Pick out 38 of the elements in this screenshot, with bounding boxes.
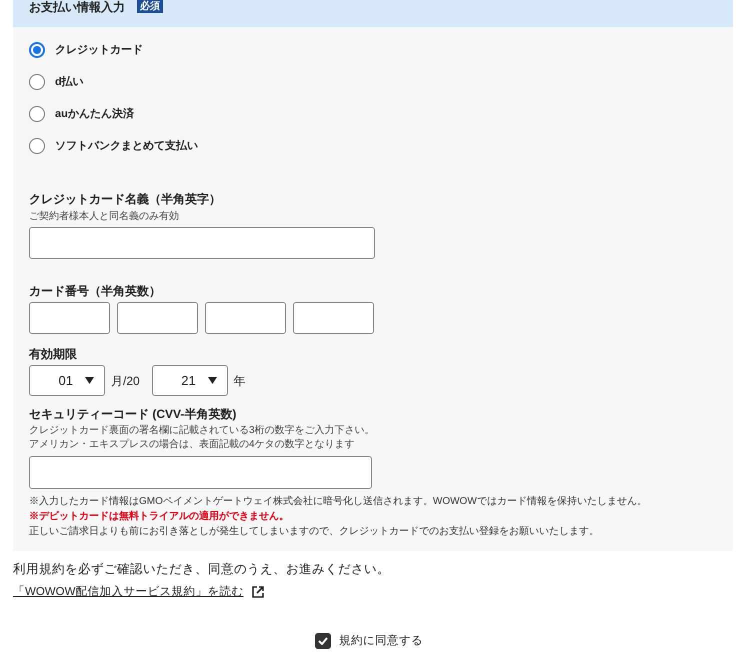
input-field[interactable] — [29, 227, 375, 259]
agree-checkbox[interactable] — [315, 633, 331, 649]
terms-text: 利用規約を必ずご確認いただき、同意のうえ、お進みください。 — [13, 561, 390, 578]
radio-button[interactable] — [29, 138, 45, 154]
terms-link[interactable]: 「WOWOW配信加入サービス規約」を読む — [13, 584, 244, 600]
field-label: 有効期限 — [29, 346, 77, 362]
unit-label: 月/20 — [111, 374, 140, 388]
month-select[interactable]: 01 — [29, 365, 105, 396]
field-hint: クレジットカード裏面の署名欄に記載されている3桁の数字をご入力下さい。 — [29, 424, 375, 438]
note-text: 正しいご請求日よりも前にお引き落としが発生してしまいますので、クレジットカードでのお支払い登録をお願いいたします。 — [29, 524, 599, 539]
radio-label: auかんたん決済 — [55, 106, 134, 122]
radio-button[interactable] — [29, 106, 45, 122]
field-label: クレジットカード名義（半角英字） — [29, 191, 221, 207]
radio-button[interactable] — [29, 74, 45, 90]
field-label: セキュリティーコード (CVV-半角英数) — [29, 406, 236, 422]
radio-label: ソフトバンクまとめて支払い — [55, 138, 198, 154]
input-field[interactable] — [29, 456, 372, 489]
field-hint: ご契約者様本人と同名義のみ有効 — [29, 210, 179, 223]
caret-icon — [208, 377, 217, 384]
caret-icon — [85, 377, 94, 384]
section-title: お支払い情報入力 — [29, 0, 125, 14]
warning-note: ※デビットカードは無料トライアルの適用ができません。 — [29, 509, 289, 524]
input-field[interactable] — [117, 302, 198, 334]
radio-label: クレジットカード — [55, 43, 143, 58]
input-field[interactable] — [205, 302, 286, 334]
field-hint: アメリカン・エキスプレスの場合は、表面記載の4ケタの数字となります — [29, 438, 355, 452]
field-label: カード番号（半角英数） — [29, 283, 161, 299]
external-link-icon — [252, 586, 264, 598]
input-field[interactable] — [293, 302, 374, 334]
note-text: ※入力したカード情報はGMOペイメントゲートウェイ株式会社に暗号化し送信されます。WOWOWではカード情報を保持いたしません。 — [29, 494, 647, 509]
radio-label: d払い — [55, 74, 84, 90]
checkbox-label: 規約に同意する — [339, 634, 423, 649]
required-badge: 必須 — [137, 0, 163, 13]
radio-button[interactable] — [29, 42, 45, 58]
year-select[interactable]: 21 — [152, 365, 228, 396]
check-icon — [318, 637, 328, 645]
unit-label: 年 — [234, 374, 246, 388]
input-field[interactable] — [29, 302, 110, 334]
